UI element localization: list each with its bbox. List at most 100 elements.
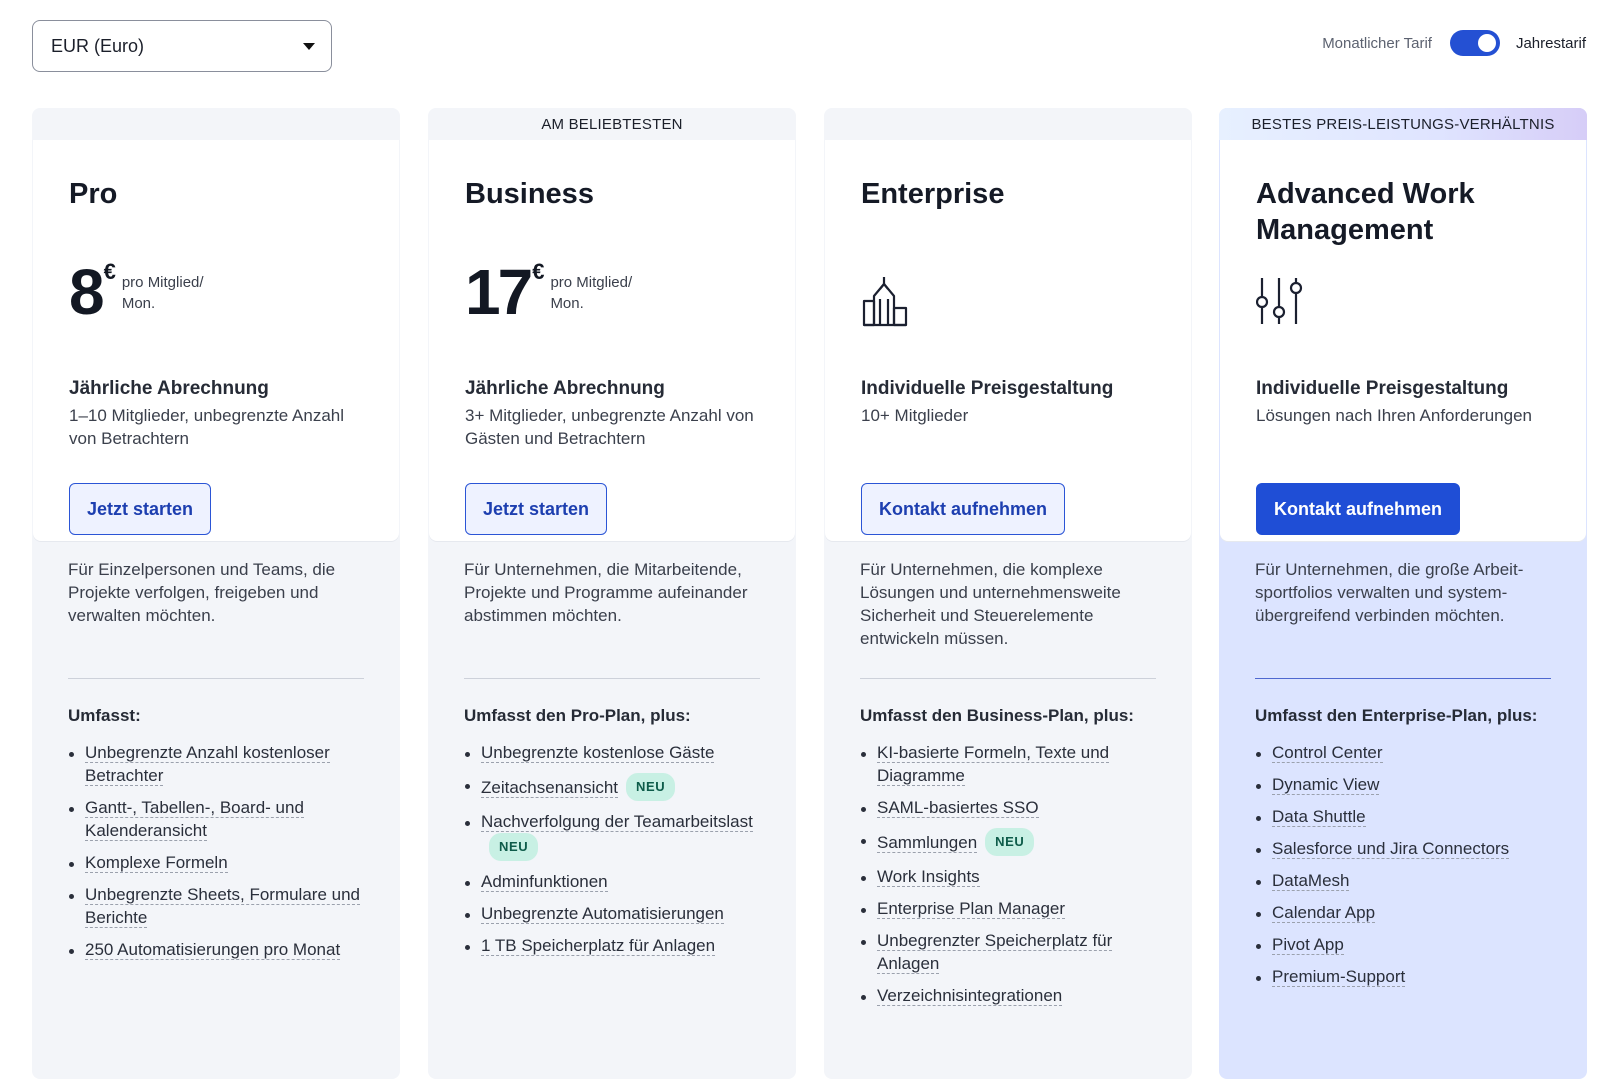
plan-card-enterprise: Enterprise Individuelle Preisgestaltung … <box>824 108 1192 1079</box>
currency-select[interactable]: EUR (Euro) <box>32 20 332 72</box>
price-currency: € <box>103 259 116 284</box>
feature-link[interactable]: Nachverfolgung der Teamarbeitslast <box>481 812 753 832</box>
plan-header: Pro 8 € pro Mitglied/ Mon. Jährliche Abr… <box>33 140 399 541</box>
billing-period-switch: Monatlicher Tarif Jahrestarif <box>1322 30 1586 56</box>
plan-price: 17 € pro Mitglied/ Mon. <box>465 256 632 328</box>
feature-link[interactable]: Verzeichnisintegrationen <box>877 986 1063 1006</box>
feature-link[interactable]: Zeitachsenansicht <box>481 778 619 798</box>
yearly-plan-label[interactable]: Jahrestarif <box>1516 35 1586 52</box>
price-currency: € <box>532 259 545 284</box>
monthly-plan-label[interactable]: Monatlicher Tarif <box>1322 35 1432 52</box>
price-unit-line-2: Mon. <box>550 295 584 312</box>
toggle-knob <box>1477 34 1496 52</box>
feature-item: Verzeichnisintegrationen <box>860 984 1164 1007</box>
plan-header: Advanced Work Management Individuelle Pr… <box>1220 140 1586 541</box>
plan-description: Für Unternehmen, die komplexe Lösungen u… <box>860 560 1121 648</box>
plan-name: Pro <box>69 178 118 210</box>
feature-item: Data Shuttle <box>1255 805 1559 828</box>
feature-list: Unbegrenzte kostenlose Gäste Zeitachsena… <box>464 741 768 966</box>
plan-card-pro: Pro 8 € pro Mitglied/ Mon. Jährliche Abr… <box>32 108 400 1079</box>
feature-item: Enterprise Plan Manager <box>860 897 1164 920</box>
includes-label: Umfasst den Pro-Plan, plus: <box>464 706 691 725</box>
feature-item: Gantt-, Tabellen-, Board- und Kalenderan… <box>68 796 372 842</box>
feature-item: Unbegrenzte Automatisierungen <box>464 902 768 925</box>
billing-description: 10+ Mitglieder <box>861 406 969 425</box>
plan-banner <box>32 108 400 140</box>
feature-link[interactable]: Unbegrenzte Sheets, Formulare und Berich… <box>85 885 360 928</box>
feature-link[interactable]: Unbegrenzter Speicherplatz für Anlagen <box>877 931 1113 974</box>
billing-title: Individuelle Preisgestaltung <box>861 378 1114 399</box>
billing-description: 3+ Mitglieder, unbegrenzte Anzahl von Gä… <box>465 406 754 448</box>
price-unit-line-1: pro Mitglied/ <box>121 274 204 291</box>
contact-button[interactable]: Kontakt aufnehmen <box>1256 483 1461 535</box>
feature-link[interactable]: Control Center <box>1272 743 1383 763</box>
feature-link[interactable]: Sammlungen <box>877 833 978 853</box>
feature-link[interactable]: 250 Automatisierungen pro Monat <box>85 940 341 960</box>
includes-label: Umfasst: <box>68 706 141 725</box>
feature-link[interactable]: Dynamic View <box>1272 775 1380 795</box>
feature-link[interactable]: SAML-basiertes SSO <box>877 798 1039 818</box>
plan-description: Für Unternehmen, die Mitarbeitende, Proj… <box>464 560 748 625</box>
feature-item: Komplexe Formeln <box>68 851 372 874</box>
feature-link[interactable]: Unbegrenzte Automatisierungen <box>481 904 724 924</box>
feature-item: 250 Automatisierungen pro Monat <box>68 938 372 961</box>
new-badge: NEU <box>489 833 539 861</box>
currency-select-value: EUR (Euro) <box>51 35 145 56</box>
feature-item: Unbegrenzter Speicherplatz für Anlagen <box>860 929 1164 975</box>
billing-title: Jährliche Abrechnung <box>69 378 269 399</box>
feature-link[interactable]: DataMesh <box>1272 871 1350 891</box>
feature-item: DataMesh <box>1255 869 1559 892</box>
feature-link[interactable]: Work Insights <box>877 867 980 887</box>
feature-item: Adminfunktionen <box>464 870 768 893</box>
feature-link[interactable]: 1 TB Speicherplatz für Anlagen <box>481 936 716 956</box>
feature-list: KI-basierte Formeln, Texte und Diagramme… <box>860 741 1164 1016</box>
feature-item: SAML-basiertes SSO <box>860 796 1164 819</box>
feature-item: Zeitachsenansicht NEU <box>464 773 768 801</box>
billing-toggle[interactable] <box>1449 30 1500 56</box>
price-amount: 17 <box>465 256 533 328</box>
get-started-button[interactable]: Jetzt starten <box>69 483 212 535</box>
feature-link[interactable]: Premium-Support <box>1272 967 1406 987</box>
plan-header: Business 17 € pro Mitglied/ Mon. Jährlic… <box>429 140 795 541</box>
feature-link[interactable]: Adminfunktionen <box>481 872 608 892</box>
feature-link[interactable]: Pivot App <box>1272 935 1344 955</box>
buildings-icon <box>862 277 908 327</box>
plan-name: Enterprise <box>861 178 1005 210</box>
new-badge: NEU <box>626 773 676 801</box>
feature-link[interactable]: Data Shuttle <box>1272 807 1366 827</box>
feature-item: Control Center <box>1255 741 1559 764</box>
feature-link[interactable]: Enterprise Plan Manager <box>877 899 1066 919</box>
feature-item: Sammlungen NEU <box>860 828 1164 856</box>
plan-banner: BESTES PREIS-LEISTUNGS-VERHÄLTNIS <box>1219 108 1587 140</box>
feature-item: Unbegrenzte kostenlose Gäste <box>464 741 768 764</box>
divider <box>860 678 1156 679</box>
plan-price: 8 € pro Mitglied/ Mon. <box>69 259 204 325</box>
feature-item: Work Insights <box>860 865 1164 888</box>
feature-item: KI-basierte Formeln, Texte und Diagramme <box>860 741 1164 787</box>
new-badge: NEU <box>985 828 1035 856</box>
plan-banner: AM BELIEBTESTEN <box>541 115 683 133</box>
feature-link[interactable]: Unbegrenzte kostenlose Gäste <box>481 743 715 763</box>
plan-card-business: AM BELIEBTESTEN Business 17 € pro Mitgli… <box>428 108 796 1079</box>
feature-link[interactable]: Salesforce und Jira Connectors <box>1272 839 1510 859</box>
price-unit: pro Mitglied/ Mon. <box>550 272 632 314</box>
plan-card-advanced-work-management: BESTES PREIS-LEISTUNGS-VERHÄLTNIS Advanc… <box>1219 108 1587 1079</box>
feature-link[interactable]: Calendar App <box>1272 903 1376 923</box>
plan-name: Business <box>465 178 594 210</box>
feature-link[interactable]: KI-basierte Formeln, Texte und Diagramme <box>877 743 1110 786</box>
feature-item: Unbegrenzte Sheets, Formulare und Berich… <box>68 883 372 929</box>
plan-header: Enterprise Individuelle Preisgestaltung … <box>825 140 1191 541</box>
billing-description: 1–10 Mitglieder, unbegrenzte Anzahl von … <box>69 406 345 448</box>
sliders-icon <box>1256 278 1303 324</box>
price-unit-line-1: pro Mitglied/ <box>550 274 633 291</box>
feature-list: Unbegrenzte Anzahl kostenloser Betrachte… <box>68 741 372 970</box>
feature-link[interactable]: Komplexe Formeln <box>85 853 228 873</box>
feature-item: Salesforce und Jira Connectors <box>1255 837 1559 860</box>
feature-link[interactable]: Unbegrenzte Anzahl kostenloser Betrachte… <box>85 743 330 786</box>
feature-link[interactable]: Gantt-, Tabellen-, Board- und Kalenderan… <box>85 798 304 841</box>
billing-title: Jährliche Abrechnung <box>465 378 665 399</box>
get-started-button[interactable]: Jetzt starten <box>465 483 608 535</box>
chevron-down-icon <box>303 43 315 50</box>
divider <box>68 678 364 679</box>
contact-button[interactable]: Kontakt aufnehmen <box>861 483 1066 535</box>
